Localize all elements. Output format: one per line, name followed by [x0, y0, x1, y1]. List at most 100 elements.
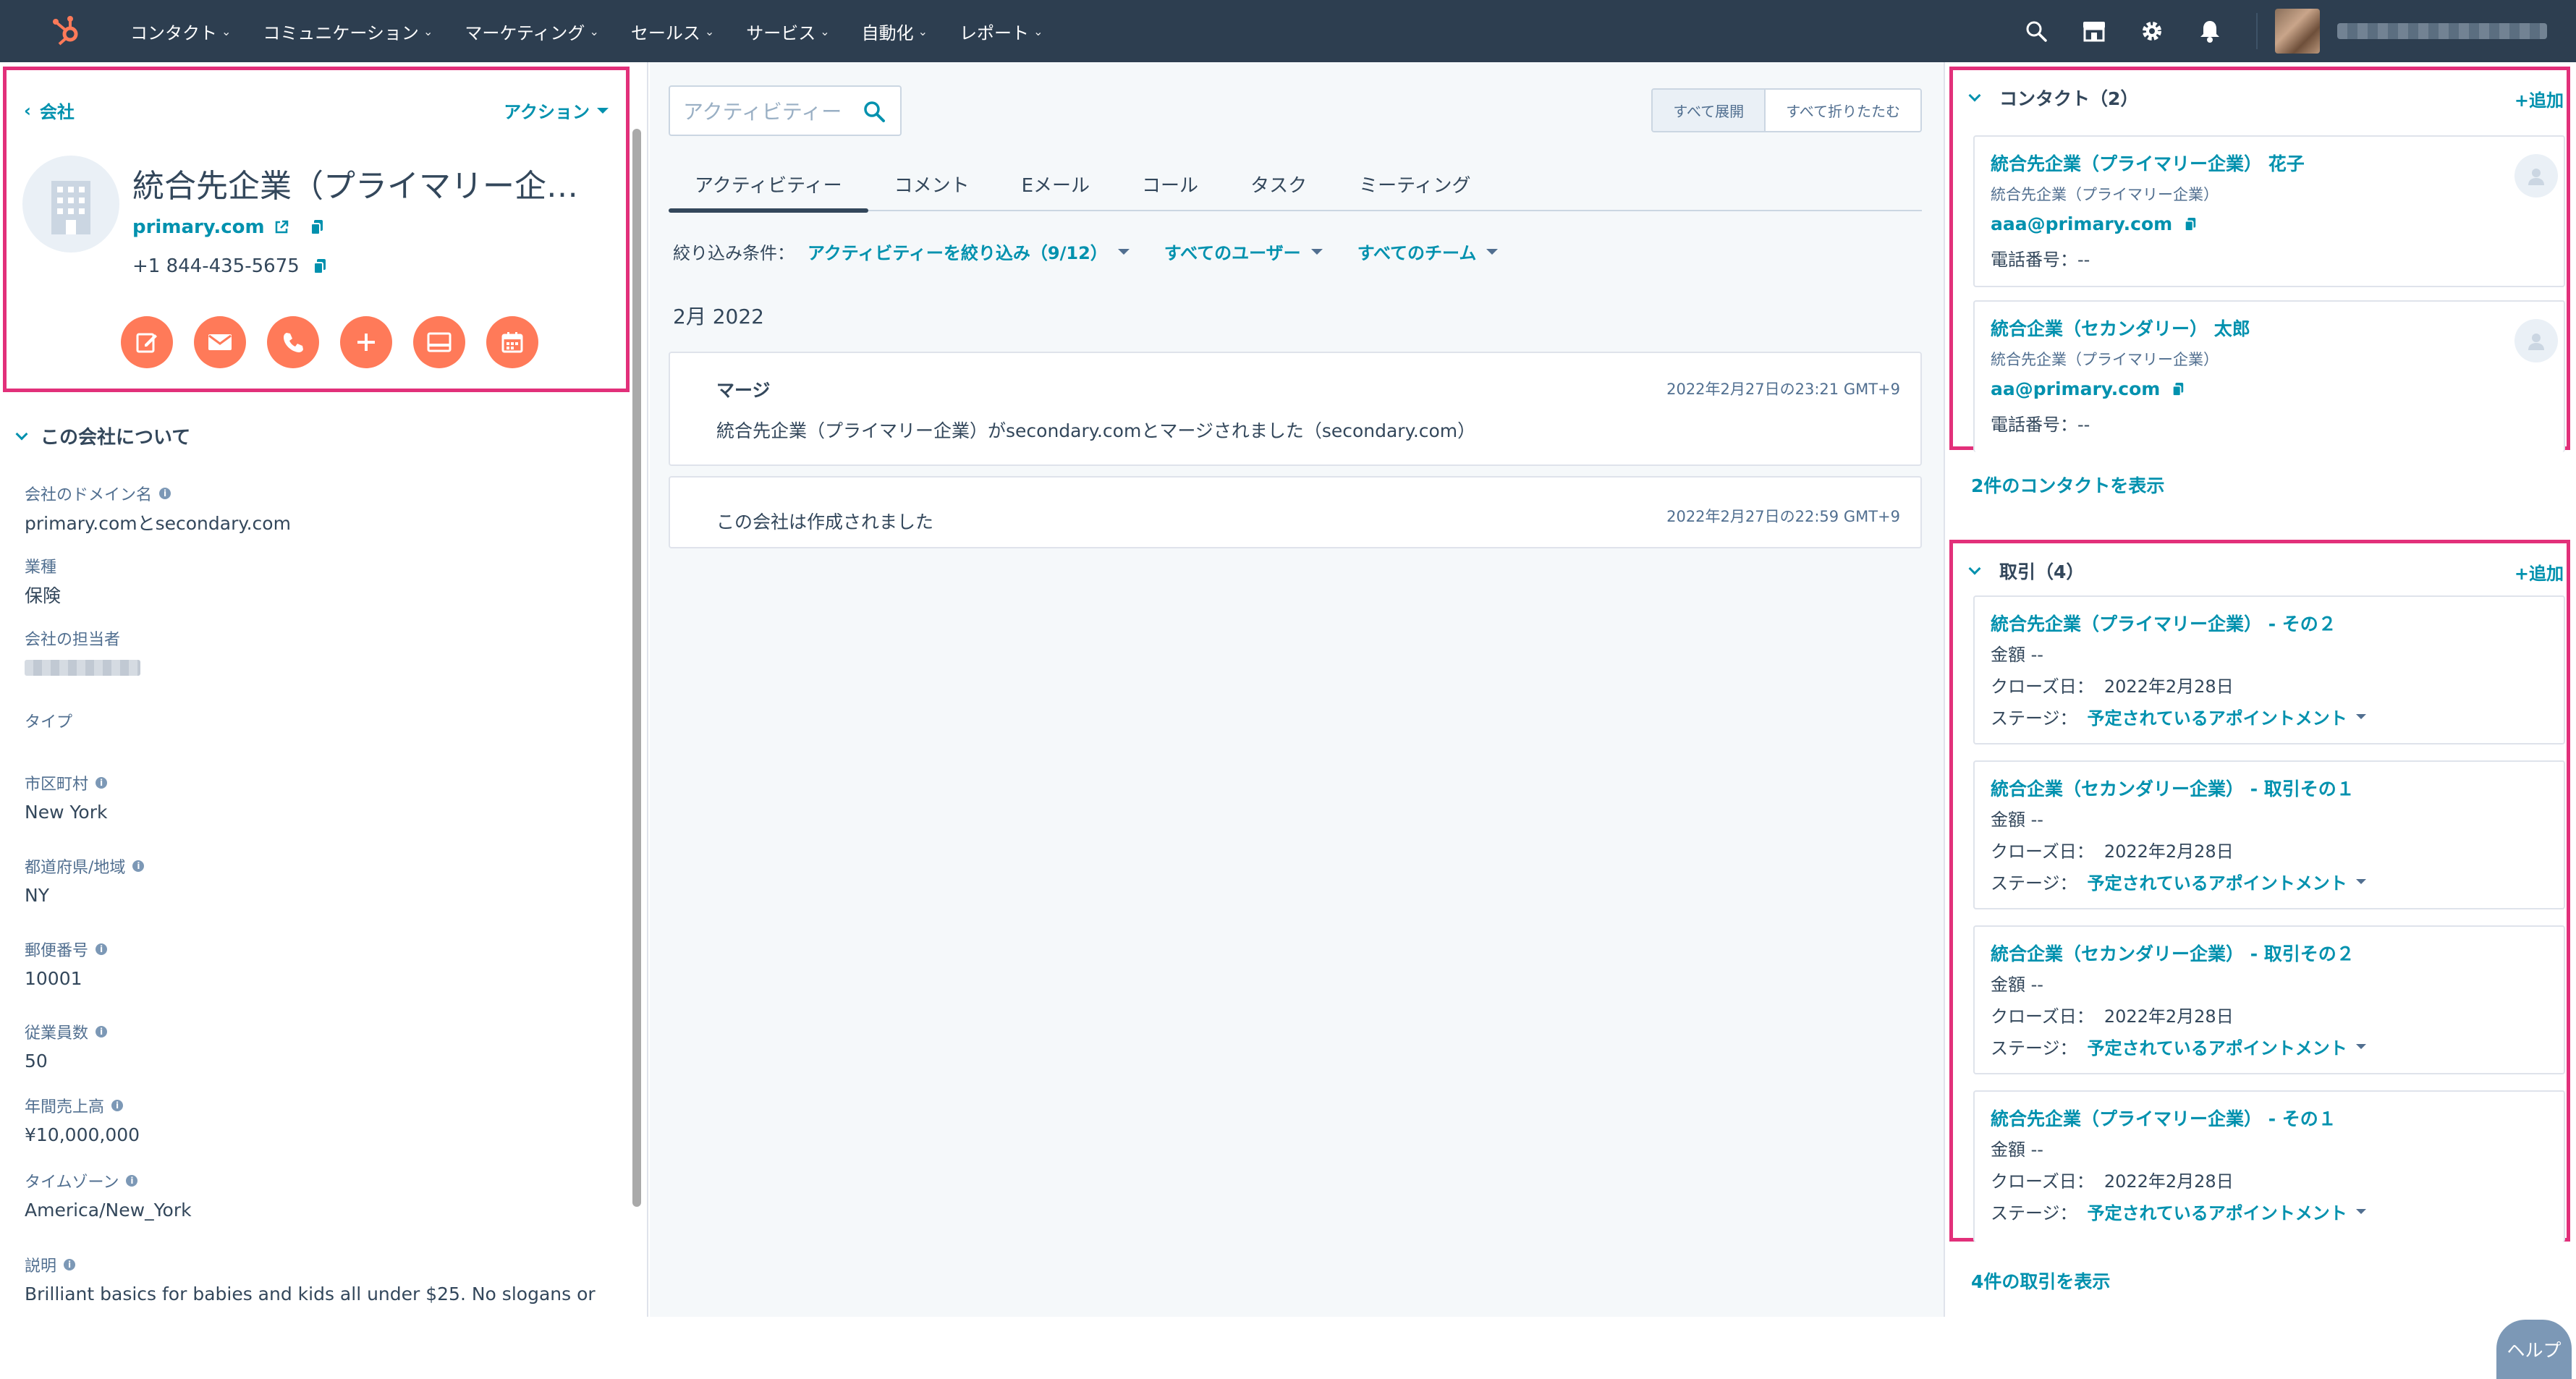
close-date-label: クローズ日： [1991, 841, 2094, 862]
show-all-deals-link[interactable]: 4件の取引を表示 [1971, 1268, 2110, 1294]
stage-dropdown[interactable]: 予定されているアポイントメント [2088, 1034, 2366, 1059]
copy-icon[interactable] [2172, 382, 2185, 396]
activity-body: 統合先企業（プライマリー企業）がsecondary.comとマージされました（s… [716, 420, 1476, 441]
property-employees[interactable]: 従業員数 i 50 [25, 1020, 108, 1072]
company-name-heading[interactable]: 統合先企業（プライマリー企… [132, 160, 578, 206]
collapse-all-button[interactable]: すべて折りたたむ [1766, 90, 1920, 131]
nav-contacts[interactable]: コンタクト ⌄ [114, 19, 247, 44]
add-contact-button[interactable]: +追加 [2514, 86, 2564, 111]
back-to-companies-link[interactable]: ‹ 会社 [24, 98, 75, 123]
close-date-label: クローズ日： [1991, 676, 2094, 697]
deals-header: 取引（4） [1999, 561, 2085, 582]
deals-section-toggle[interactable]: 取引（4） [1968, 558, 2085, 584]
deal-close-date: クローズ日： 2022年2月28日 [1991, 1167, 2234, 1192]
user-avatar[interactable] [2275, 9, 2320, 54]
show-all-contacts-link[interactable]: 2件のコンタクトを表示 [1971, 472, 2164, 498]
tab-meetings[interactable]: ミーティング [1333, 156, 1496, 211]
search-icon[interactable] [863, 100, 886, 123]
company-domain-link[interactable]: primary.com [132, 216, 324, 238]
notification-bell-icon[interactable] [2187, 8, 2233, 54]
help-button[interactable]: ヘルプ [2496, 1320, 2572, 1379]
chevron-down-icon: ⌄ [423, 24, 433, 38]
property-value: ¥10,000,000 [25, 1124, 140, 1145]
add-deal-button[interactable]: +追加 [2514, 559, 2564, 585]
call-button[interactable] [267, 316, 319, 368]
deal-name-link[interactable]: 統合先企業（プライマリー企業） - その２ [1991, 610, 2336, 636]
nav-marketing[interactable]: マーケティング ⌄ [449, 19, 615, 44]
info-icon[interactable]: i [159, 488, 171, 499]
expand-collapse-toggle: すべて展開 すべて折りたたむ [1651, 88, 1922, 132]
account-name-redacted[interactable] [2337, 23, 2547, 39]
actions-dropdown[interactable]: アクション [504, 98, 609, 123]
property-description[interactable]: 説明 i Brilliant basics for babies and kids… [25, 1253, 596, 1304]
filter-activity-dropdown[interactable]: アクティビティーを絞り込み（9/12） [808, 239, 1130, 264]
activity-body: この会社は作成されました [716, 512, 934, 532]
nav-label: サービス [746, 22, 816, 43]
property-timezone[interactable]: タイムゾーン i America/New_York [25, 1169, 192, 1221]
info-icon[interactable]: i [111, 1100, 124, 1111]
note-button[interactable] [121, 316, 173, 368]
tab-calls[interactable]: コール [1116, 156, 1224, 211]
settings-gear-icon[interactable] [2129, 8, 2175, 54]
stage-dropdown[interactable]: 予定されているアポイントメント [2088, 869, 2366, 894]
deal-name-link[interactable]: 統合先企業（プライマリー企業） - その１ [1991, 1105, 2336, 1131]
property-industry[interactable]: 業種 保険 [25, 554, 61, 608]
contact-email-link[interactable]: aa@primary.com [1991, 378, 2185, 399]
about-section-toggle[interactable]: この会社について [15, 423, 190, 449]
contact-email-link[interactable]: aaa@primary.com [1991, 213, 2197, 234]
nav-automation[interactable]: 自動化 ⌄ [846, 19, 944, 44]
property-label: 従業員数 [25, 1024, 89, 1043]
info-icon[interactable]: i [126, 1175, 138, 1187]
activity-card-merge[interactable]: マージ 2022年2月27日の23:21 GMT+9 統合先企業（プライマリー企… [669, 352, 1922, 466]
info-icon[interactable]: i [64, 1259, 76, 1270]
create-task-button[interactable] [340, 316, 392, 368]
stage-label: ステージ： [1991, 1203, 2077, 1223]
copy-icon[interactable] [313, 258, 327, 274]
property-city[interactable]: 市区町村 i New York [25, 771, 107, 823]
property-owner[interactable]: 会社の担当者 [25, 627, 140, 676]
log-activity-button[interactable] [413, 316, 465, 368]
marketplace-icon[interactable] [2071, 8, 2117, 54]
info-icon[interactable]: i [96, 1026, 108, 1038]
deal-amount: 金額 -- [1991, 975, 2043, 995]
tab-comments[interactable]: コメント [868, 156, 996, 211]
info-icon[interactable]: i [96, 777, 108, 789]
info-icon[interactable]: i [96, 943, 108, 955]
filter-users-dropdown[interactable]: すべてのユーザー [1164, 239, 1323, 264]
search-icon[interactable] [2013, 8, 2059, 54]
deal-name-link[interactable]: 統合企業（セカンダリー企業） - 取引その２ [1991, 940, 2355, 966]
contacts-section-toggle[interactable]: コンタクト（2） [1968, 85, 2138, 111]
property-state[interactable]: 都道府県/地域 i NY [25, 854, 145, 906]
copy-icon[interactable] [2184, 217, 2197, 232]
activity-card-created[interactable]: この会社は作成されました 2022年2月27日の22:59 GMT+9 [669, 476, 1922, 548]
nav-sales[interactable]: セールス ⌄ [615, 19, 730, 44]
nav-communication[interactable]: コミュニケーション ⌄ [247, 19, 449, 44]
property-postal-code[interactable]: 郵便番号 i 10001 [25, 938, 108, 989]
property-domain[interactable]: 会社のドメイン名 i primary.comとsecondary.com [25, 482, 291, 535]
tab-email[interactable]: Eメール [996, 156, 1116, 211]
expand-all-button[interactable]: すべて展開 [1653, 90, 1766, 131]
sidebar-scrollbar[interactable] [632, 129, 641, 1207]
company-sidebar: ‹ 会社 アクション 統合先企業（プライマリー企… primary.com +1… [0, 62, 648, 1317]
contact-name-link[interactable]: 統合企業（セカンダリー） 太郎 [1991, 315, 2250, 341]
activity-search-input[interactable]: アクティビティー [669, 85, 902, 136]
filter-teams-dropdown[interactable]: すべてのチーム [1357, 239, 1499, 264]
property-type[interactable]: タイプ [25, 709, 72, 732]
property-annual-revenue[interactable]: 年間売上高 i ¥10,000,000 [25, 1094, 140, 1145]
deal-name-link[interactable]: 統合企業（セカンダリー企業） - 取引その１ [1991, 775, 2355, 801]
contact-name-link[interactable]: 統合先企業（プライマリー企業） 花子 [1991, 150, 2305, 176]
company-phone[interactable]: +1 844-435-5675 [132, 255, 327, 277]
close-date-label: クローズ日： [1991, 1171, 2094, 1192]
schedule-meeting-button[interactable] [486, 316, 538, 368]
email-button[interactable] [194, 316, 246, 368]
copy-icon[interactable] [310, 219, 324, 235]
tab-tasks[interactable]: タスク [1224, 156, 1333, 211]
hubspot-logo-icon[interactable] [49, 13, 85, 49]
owner-redacted [25, 660, 140, 676]
info-icon[interactable]: i [132, 860, 145, 872]
nav-reports[interactable]: レポート ⌄ [944, 19, 1059, 44]
stage-dropdown[interactable]: 予定されているアポイントメント [2088, 1199, 2366, 1224]
stage-dropdown[interactable]: 予定されているアポイントメント [2088, 704, 2366, 729]
nav-service[interactable]: サービス ⌄ [730, 19, 845, 44]
tab-activity[interactable]: アクティビティー [669, 156, 868, 213]
